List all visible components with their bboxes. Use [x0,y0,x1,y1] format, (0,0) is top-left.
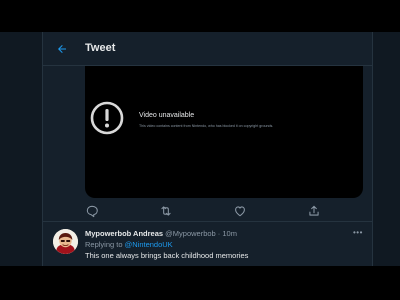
tweet-divider [43,221,374,222]
back-button[interactable] [53,40,71,58]
retweet-icon[interactable] [159,204,173,218]
avatar-illustration [53,229,78,254]
letterbox-top [0,0,400,32]
twitter-app: Tweet Video unavailable This video conta… [0,32,400,266]
left-sidebar [0,32,42,266]
share-icon[interactable] [307,204,321,218]
reply-icon[interactable] [85,204,99,218]
exclamation-circle-icon [90,101,124,135]
video-unavailable-message: This video contains content from Nintend… [139,124,274,128]
page-header: Tweet [43,32,374,66]
page-title: Tweet [85,42,116,54]
video-unavailable-title: Video unavailable [139,112,195,119]
replying-handle-link[interactable]: @NintendoUK [125,240,173,249]
tweet-actions [85,204,319,218]
tweet-author-row: Mypowerbob Andreas @Mypowerbob · 10m [85,229,237,238]
replying-label: Replying to [85,240,123,249]
more-icon[interactable]: ••• [353,228,363,237]
heart-icon[interactable] [233,204,247,218]
author-handle-time: @Mypowerbob · 10m [165,229,237,238]
right-sidebar [373,32,400,266]
video-player[interactable]: Video unavailable This video contains co… [85,66,363,198]
replying-to: Replying to @NintendoUK [85,240,173,249]
avatar[interactable] [53,229,78,254]
tweet-text: This one always brings back childhood me… [85,251,249,260]
letterbox-bottom [0,266,400,300]
author-name[interactable]: Mypowerbob Andreas [85,229,163,238]
tweet-thread: Tweet Video unavailable This video conta… [42,32,374,266]
arrow-left-icon [58,45,66,53]
